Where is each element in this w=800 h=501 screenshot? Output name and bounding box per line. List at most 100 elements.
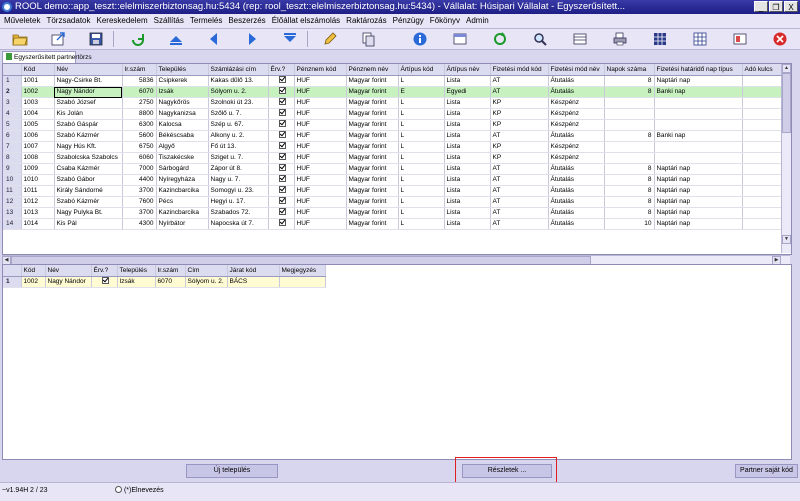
cell-kod[interactable]: 1002 — [21, 276, 46, 288]
cell-megj[interactable] — [279, 276, 326, 288]
valid-checkbox[interactable] — [278, 76, 286, 83]
cell-pnn[interactable]: Magyar forint — [346, 141, 399, 153]
cell-pnk[interactable]: HUF — [294, 108, 347, 120]
table-row[interactable]: 12 1012 Szabó Kázmér 7600 Pécs Hegyi u. 17. HU… — [3, 196, 783, 208]
table-row[interactable]: 7 1007 Nagy Hús Kft. 6750 Algyő Fő út 13. HUF M… — [3, 141, 783, 153]
cell-fmk[interactable]: AT — [490, 75, 549, 87]
cell-kod[interactable]: 1003 — [21, 97, 55, 109]
row-number[interactable]: 11 — [3, 185, 22, 197]
cell-kod[interactable]: 1005 — [21, 119, 55, 131]
menu-penzugy[interactable]: Pénzügy — [389, 14, 426, 28]
cell-napok[interactable] — [604, 152, 655, 164]
row-number[interactable]: 8 — [3, 152, 22, 164]
cell-fmn[interactable]: Átutalás — [548, 75, 605, 87]
cell-pnn[interactable]: Magyar forint — [346, 163, 399, 175]
cell-nev[interactable]: Szabó Gábor — [54, 174, 123, 186]
cell-erv[interactable] — [268, 218, 295, 230]
col-header[interactable]: Ir.szám — [122, 64, 157, 76]
row-number[interactable]: 13 — [3, 207, 22, 219]
cell-nev[interactable]: Szabó Kázmér — [54, 196, 123, 208]
cell-telep[interactable]: Nyírbátor — [156, 218, 209, 230]
cell-fht[interactable] — [654, 141, 743, 153]
cell-kod[interactable]: 1013 — [21, 207, 55, 219]
cell-cim[interactable]: Zápor út 8. — [208, 163, 269, 175]
cell-irsz[interactable]: 7000 — [122, 163, 157, 175]
cell-jarat[interactable]: BÁCS — [227, 276, 280, 288]
cell-napok[interactable]: 8 — [604, 130, 655, 142]
cell-telep[interactable]: Nagykőrös — [156, 97, 209, 109]
table-row[interactable]: 9 1009 Csaba Kázmér 7000 Sárbogárd Zápor út 8… — [3, 163, 783, 175]
tab-partner-register[interactable]: Egyszerűsített partnertörzs — [2, 51, 92, 63]
cell-telep[interactable]: Kazincbarcika — [156, 207, 209, 219]
cell-irsz[interactable]: 7600 — [122, 196, 157, 208]
cell-fmn[interactable]: Átutalás — [548, 174, 605, 186]
cell-pnn[interactable]: Magyar forint — [346, 207, 399, 219]
cell-atk[interactable]: L — [398, 141, 445, 153]
valid-checkbox[interactable] — [278, 208, 286, 215]
cell-pnn[interactable]: Magyar forint — [346, 152, 399, 164]
cell-pnn[interactable]: Magyar forint — [346, 86, 399, 98]
col-header[interactable]: Település — [156, 64, 209, 76]
cell-cim[interactable]: Somogyi u. 23. — [208, 185, 269, 197]
cell-nev[interactable]: Nagy Nándor — [54, 86, 123, 98]
table-row[interactable]: 13 1013 Nagy Pulyka Bt. 3700 Kazincbarcika Sz… — [3, 207, 783, 219]
cell-telep[interactable]: Kazincbarcika — [156, 185, 209, 197]
cell-kod[interactable]: 1010 — [21, 174, 55, 186]
row-number[interactable]: 7 — [3, 141, 22, 153]
col-header[interactable]: Ártípus név — [444, 64, 491, 76]
cell-atk[interactable]: L — [398, 97, 445, 109]
cell-telep[interactable]: Izsák — [117, 276, 156, 288]
row-number[interactable]: 12 — [3, 196, 22, 208]
cell-cim[interactable]: Nagy u. 7. — [208, 174, 269, 186]
cell-cim[interactable]: Sólyom u. 2. — [185, 276, 228, 288]
cell-atn[interactable]: Lista — [444, 108, 491, 120]
cell-cim[interactable]: Alkony u. 2. — [208, 130, 269, 142]
cell-irsz[interactable]: 2750 — [122, 97, 157, 109]
cell-nev[interactable]: Kis Jolán — [54, 108, 123, 120]
cell-fht[interactable] — [654, 108, 743, 120]
scroll-thumb[interactable] — [782, 73, 791, 133]
cell-napok[interactable]: 8 — [604, 163, 655, 175]
cell-erv[interactable] — [268, 152, 295, 164]
cell-atn[interactable]: Lista — [444, 141, 491, 153]
cell-fmn[interactable]: Átutalás — [548, 130, 605, 142]
cell-kod[interactable]: 1001 — [21, 75, 55, 87]
cell-telep[interactable]: Algyő — [156, 141, 209, 153]
cell-atk[interactable]: L — [398, 185, 445, 197]
cell-napok[interactable]: 8 — [604, 75, 655, 87]
cell-cim[interactable]: Szolnoki út 23. — [208, 97, 269, 109]
naming-radio[interactable]: (*)Elnevezés — [115, 486, 164, 496]
row-number[interactable]: 1 — [3, 75, 22, 87]
scroll-up-button[interactable]: ▲ — [782, 64, 791, 73]
col-header[interactable]: Ir.szám — [155, 265, 186, 277]
cell-telep[interactable]: Sárbogárd — [156, 163, 209, 175]
cell-nev[interactable]: Kis Pál — [54, 218, 123, 230]
window-icon[interactable] — [452, 31, 468, 47]
cell-irsz[interactable]: 6070 — [122, 86, 157, 98]
cell-fmn[interactable]: Készpénz — [548, 97, 605, 109]
cell-napok[interactable]: 8 — [604, 174, 655, 186]
cell-fmk[interactable]: KP — [490, 97, 549, 109]
cell-fmn[interactable]: Átutalás — [548, 185, 605, 197]
cell-fmn[interactable]: Készpénz — [548, 152, 605, 164]
valid-checkbox[interactable] — [278, 175, 286, 182]
cell-kod[interactable]: 1014 — [21, 218, 55, 230]
cell-erv[interactable] — [268, 75, 295, 87]
col-header[interactable]: Fizetési mód név — [548, 64, 605, 76]
cell-nev[interactable]: Nagy Nándor — [45, 276, 92, 288]
cell-fmn[interactable]: Készpénz — [548, 119, 605, 131]
cell-fmk[interactable]: KP — [490, 119, 549, 131]
cell-kod[interactable]: 1004 — [21, 108, 55, 120]
cell-atk[interactable]: L — [398, 152, 445, 164]
cell-pnn[interactable]: Magyar forint — [346, 97, 399, 109]
refresh-icon[interactable] — [130, 31, 146, 47]
cell-pnk[interactable]: HUF — [294, 141, 347, 153]
cell-cim[interactable]: Napocska út 7. — [208, 218, 269, 230]
cell-pnk[interactable]: HUF — [294, 119, 347, 131]
row-number[interactable]: 4 — [3, 108, 22, 120]
cell-telep[interactable]: Békéscsaba — [156, 130, 209, 142]
cell-fht[interactable]: Naptári nap — [654, 185, 743, 197]
cell-atk[interactable]: L — [398, 174, 445, 186]
menu-szallitas[interactable]: Szállítás — [150, 14, 186, 28]
menu-raktarozas[interactable]: Raktározás — [342, 14, 388, 28]
